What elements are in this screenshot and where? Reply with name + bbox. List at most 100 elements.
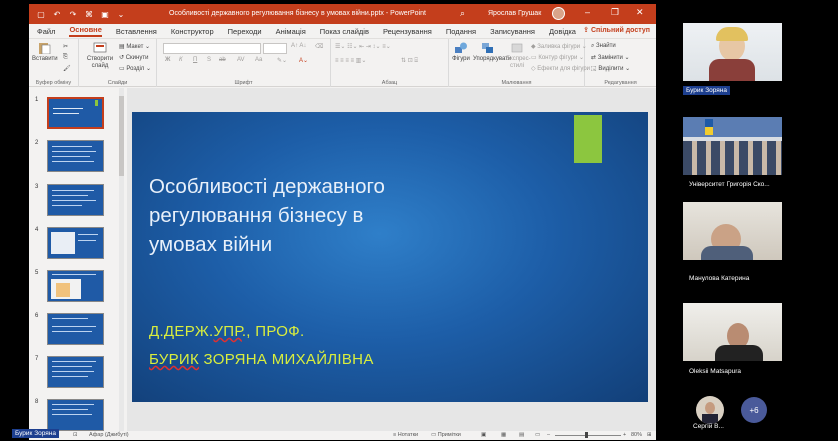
more-participants-button[interactable]: +6: [741, 397, 767, 423]
slide-thumbnail-6[interactable]: [47, 313, 104, 345]
font-family-dropdown[interactable]: [163, 43, 261, 54]
find-button[interactable]: ⌕ Знайти: [591, 43, 616, 50]
copy-icon[interactable]: ⎘: [63, 54, 68, 61]
slideshow-icon[interactable]: ▭: [535, 432, 540, 438]
redo-icon[interactable]: ↷: [67, 8, 79, 20]
normal-view-icon[interactable]: ▣: [481, 432, 486, 438]
tab-insert[interactable]: Вставлення: [116, 27, 157, 36]
slide-sorter-icon[interactable]: ▦: [501, 432, 506, 438]
zoom-slider-thumb[interactable]: [585, 432, 588, 438]
new-slide-label: Створити слайд: [86, 56, 114, 69]
user-avatar[interactable]: [552, 7, 565, 20]
text-direction-icon[interactable]: ⇅ ⊡ ⌸: [401, 57, 418, 65]
slide-thumbnail-2[interactable]: [47, 140, 104, 172]
replace-button[interactable]: ⇄ Замінити ⌄: [591, 54, 630, 61]
slide-thumbnail-7[interactable]: [47, 356, 104, 388]
shapes-button[interactable]: Фігури: [451, 42, 471, 63]
participant-avatar-5[interactable]: [696, 396, 724, 424]
participant-video-1[interactable]: [683, 23, 782, 81]
format-painter-icon[interactable]: ⌘: [83, 8, 95, 20]
shape-fill-label: Заливка фігури: [537, 44, 581, 50]
highlight-icon[interactable]: ✎⌄: [277, 57, 287, 64]
shapes-icon: [455, 42, 467, 53]
slide-thumbnail-3[interactable]: [47, 184, 104, 216]
tab-transitions[interactable]: Переходи: [228, 27, 262, 36]
align-icons[interactable]: ≡ ≡ ≡ ≡ ▥⌄: [335, 57, 366, 64]
participant-video-4[interactable]: [683, 303, 782, 361]
participant-video-3[interactable]: [683, 202, 782, 260]
strikethrough-button[interactable]: ab: [219, 57, 226, 63]
quick-access-icon[interactable]: ▣: [99, 8, 111, 20]
thumb-number: 3: [35, 184, 39, 190]
bold-button[interactable]: Ж: [165, 57, 170, 63]
arrange-button[interactable]: Упорядкувати: [473, 42, 511, 63]
tab-view[interactable]: Подання: [446, 27, 476, 36]
user-name[interactable]: Ярослав Грушак: [488, 10, 541, 17]
grow-font-icon[interactable]: A↑ A↓: [291, 43, 306, 49]
autosave-icon[interactable]: ▢: [35, 8, 47, 20]
thumb-number: 2: [35, 140, 39, 146]
zoom-level[interactable]: 80%: [631, 432, 642, 438]
slide-thumbnail-4[interactable]: [47, 227, 104, 259]
comments-button[interactable]: ▭ Примітки: [431, 432, 461, 438]
layout-button[interactable]: ▤ Макет ⌄: [119, 43, 150, 50]
zoom-out-icon[interactable]: –: [547, 432, 550, 438]
slide-author-line-2[interactable]: БУРИК ЗОРЯНА МИХАЙЛІВНА: [149, 351, 374, 368]
notes-label: Нотатки: [397, 432, 419, 438]
slide-thumbnail-8[interactable]: [47, 399, 104, 431]
shadow-button[interactable]: S: [207, 57, 211, 63]
participant-video-2[interactable]: [683, 117, 782, 175]
flag-yellow: [705, 127, 713, 135]
tab-review[interactable]: Рецензування: [383, 27, 432, 36]
slide-author-line-1[interactable]: Д.ДЕРЖ.УПР., ПРОФ.: [149, 323, 304, 340]
char-spacing-button[interactable]: AV: [237, 57, 245, 63]
tab-animations[interactable]: Анімація: [276, 27, 306, 36]
customize-toolbar-icon[interactable]: ⌄: [115, 8, 127, 20]
slide-thumbnail-5[interactable]: [47, 270, 104, 302]
notes-button[interactable]: ≡ Нотатки: [393, 432, 418, 438]
zoom-slider[interactable]: [555, 435, 621, 436]
fit-slide-icon[interactable]: ⊞: [647, 432, 652, 438]
close-icon[interactable]: ✕: [636, 7, 644, 18]
slide-title[interactable]: Особливості державного регулювання бізне…: [149, 172, 509, 259]
clear-format-icon[interactable]: ⌫: [315, 43, 323, 50]
cut-icon[interactable]: ✂: [63, 43, 68, 50]
thumb-text: [53, 108, 83, 109]
change-case-button[interactable]: Aa: [255, 57, 262, 63]
quick-styles-button[interactable]: Експрес-стилі: [506, 42, 531, 70]
tab-home[interactable]: Основне: [69, 25, 102, 37]
search-icon[interactable]: ⌕: [460, 8, 465, 19]
share-button[interactable]: ⇪ Спільний доступ: [583, 26, 650, 34]
thumb-accent: [95, 100, 98, 106]
drawing-group-label: Малювання: [501, 80, 532, 86]
font-color-icon[interactable]: A⌄: [299, 57, 308, 64]
tab-recording[interactable]: Записування: [490, 27, 535, 36]
tab-slideshow[interactable]: Показ слайдів: [320, 27, 369, 36]
section-button[interactable]: ▭ Розділ ⌄: [119, 65, 151, 72]
tab-help[interactable]: Довідка: [549, 27, 576, 36]
tab-file[interactable]: Файл: [37, 27, 55, 36]
new-slide-button[interactable]: Створити слайд: [85, 42, 115, 70]
shape-outline-button[interactable]: ▭ Контур фігури ⌄: [531, 54, 584, 61]
current-slide[interactable]: Особливості державного регулювання бізне…: [132, 112, 648, 402]
italic-button[interactable]: К: [179, 57, 183, 63]
reading-view-icon[interactable]: ▤: [519, 432, 524, 438]
paste-button[interactable]: Вставити: [32, 42, 58, 63]
bullets-icon[interactable]: ☰⌄ ☷⌄ ⇤ ⇥ ↕⌄ ≡⌄: [335, 43, 391, 50]
reset-button[interactable]: ↺ Скинути: [119, 54, 148, 61]
zoom-in-icon[interactable]: +: [623, 432, 626, 438]
thumbnail-scroll-thumb[interactable]: [119, 96, 124, 176]
thumb-number: 5: [35, 270, 39, 276]
format-painter-icon-ribbon[interactable]: 🖌: [63, 65, 71, 72]
font-size-dropdown[interactable]: [263, 43, 287, 54]
shape-fill-button[interactable]: ◆ Заливка фігури ⌄: [531, 43, 587, 50]
tab-design[interactable]: Конструктор: [171, 27, 214, 36]
font-group: A↑ A↓ ⌫ Ж К П S ab AV Aa ✎⌄ A⌄ Шрифт: [157, 39, 331, 87]
select-button[interactable]: ⬚ Виділити ⌄: [591, 65, 630, 72]
undo-icon[interactable]: ↶: [51, 8, 63, 20]
underline-button[interactable]: П: [193, 57, 197, 63]
slide-thumbnail-1[interactable]: [47, 97, 104, 129]
minimize-icon[interactable]: –: [585, 7, 590, 17]
restore-icon[interactable]: ❐: [611, 7, 619, 18]
accessibility-icon[interactable]: ⊡: [73, 432, 78, 438]
